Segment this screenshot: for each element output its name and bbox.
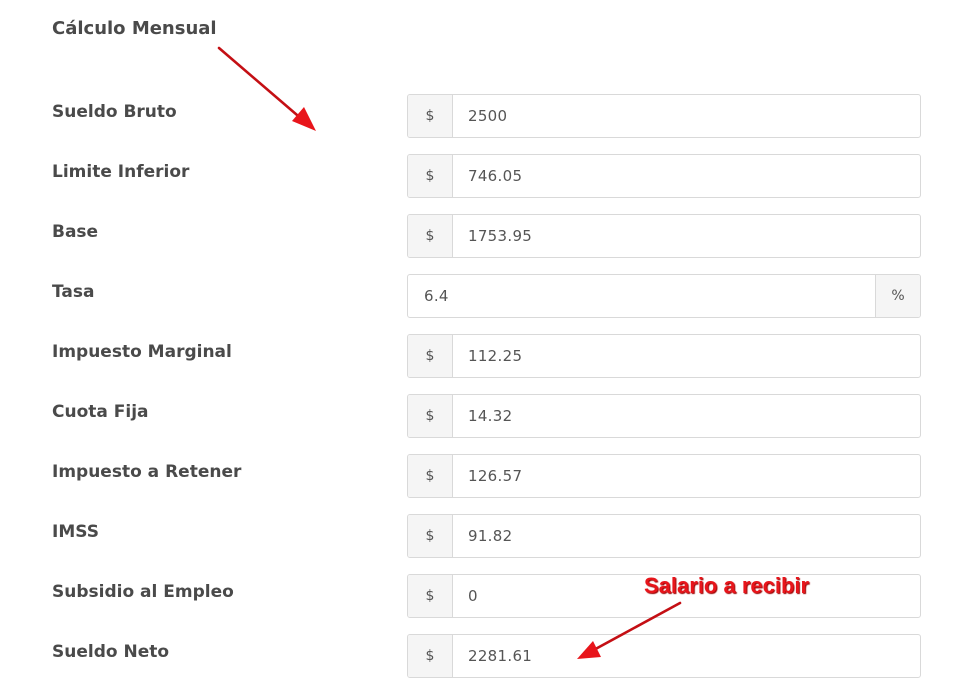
impuesto-a-retener-field[interactable]: $ 126.57 <box>407 454 921 498</box>
arrow-to-sueldo-bruto-icon <box>217 46 316 131</box>
label-cuota-fija: Cuota Fija <box>52 402 149 422</box>
base-value[interactable]: 1753.95 <box>453 215 920 257</box>
currency-addon: $ <box>408 635 453 677</box>
cuota-fija-field[interactable]: $ 14.32 <box>407 394 921 438</box>
sueldo-neto-field[interactable]: $ 2281.61 <box>407 634 921 678</box>
label-sueldo-neto: Sueldo Neto <box>52 642 170 662</box>
label-imss: IMSS <box>52 522 99 542</box>
currency-addon: $ <box>408 95 453 137</box>
percent-addon: % <box>875 275 920 317</box>
impuesto-a-retener-value[interactable]: 126.57 <box>453 455 920 497</box>
limite-inferior-field[interactable]: $ 746.05 <box>407 154 921 198</box>
page-title: Cálculo Mensual <box>52 18 217 39</box>
cuota-fija-value[interactable]: 14.32 <box>453 395 920 437</box>
label-impuesto-a-retener: Impuesto a Retener <box>52 462 242 482</box>
sueldo-bruto-value[interactable]: 2500 <box>453 95 920 137</box>
base-field[interactable]: $ 1753.95 <box>407 214 921 258</box>
currency-addon: $ <box>408 515 453 557</box>
label-sueldo-bruto: Sueldo Bruto <box>52 102 177 122</box>
label-impuesto-marginal: Impuesto Marginal <box>52 342 232 362</box>
label-limite-inferior: Limite Inferior <box>52 162 190 182</box>
currency-addon: $ <box>408 395 453 437</box>
currency-addon: $ <box>408 155 453 197</box>
sueldo-bruto-field[interactable]: $ 2500 <box>407 94 921 138</box>
tasa-value[interactable]: 6.4 <box>408 275 875 317</box>
currency-addon: $ <box>408 215 453 257</box>
annotation-label: Salario a recibir <box>644 573 810 598</box>
currency-addon: $ <box>408 575 453 617</box>
currency-addon: $ <box>408 335 453 377</box>
tasa-field[interactable]: 6.4 % <box>407 274 921 318</box>
sueldo-neto-value[interactable]: 2281.61 <box>453 635 920 677</box>
limite-inferior-value[interactable]: 746.05 <box>453 155 920 197</box>
label-tasa: Tasa <box>52 282 95 302</box>
label-subsidio-al-empleo: Subsidio al Empleo <box>52 582 234 602</box>
currency-addon: $ <box>408 455 453 497</box>
label-base: Base <box>52 222 99 242</box>
impuesto-marginal-value[interactable]: 112.25 <box>453 335 920 377</box>
imss-value[interactable]: 91.82 <box>453 515 920 557</box>
imss-field[interactable]: $ 91.82 <box>407 514 921 558</box>
impuesto-marginal-field[interactable]: $ 112.25 <box>407 334 921 378</box>
